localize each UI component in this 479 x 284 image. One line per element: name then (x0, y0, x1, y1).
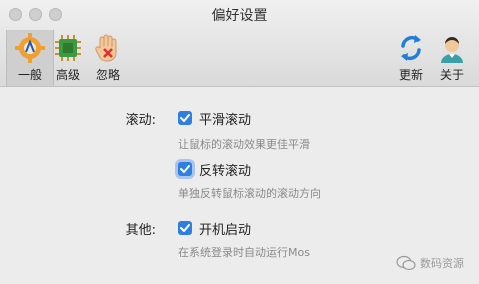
smooth-scroll-label[interactable]: 平滑滚动 (199, 109, 251, 128)
checkmark-icon (180, 114, 190, 122)
reverse-scroll-description: 单独反转鼠标滚动的滚动方向 (178, 187, 321, 200)
smooth-scroll-checkbox[interactable] (178, 111, 192, 125)
watermark-text: 数码资源 (420, 257, 464, 270)
tab-ignore[interactable]: 忽略 (84, 30, 132, 86)
smooth-scroll-description: 让鼠标的滚动效果更佳平滑 (178, 138, 310, 151)
refresh-icon (395, 32, 427, 64)
launch-at-login-checkbox[interactable] (178, 221, 192, 235)
gear-icon (14, 32, 46, 64)
reverse-scroll-label[interactable]: 反转滚动 (199, 160, 251, 179)
other-section-label: 其他: (125, 223, 156, 238)
chip-icon (52, 32, 84, 64)
hand-icon (92, 32, 124, 64)
wechat-icon (396, 255, 416, 271)
window-title: 偏好设置 (211, 8, 268, 24)
update-button-label: 更新 (398, 68, 423, 82)
about-button[interactable]: 关于 (428, 30, 476, 86)
checkmark-icon (180, 165, 190, 173)
checkmark-icon (180, 224, 190, 232)
watermark: 数码资源 (396, 255, 464, 271)
scroll-section-label: 滚动: (125, 113, 156, 128)
person-icon (436, 32, 468, 64)
preferences-window: 偏好设置 一般 高级 忽略 更新 关于 滚动: 平滑滚动 让鼠标的滚动效果更佳平… (0, 0, 479, 284)
launch-at-login-label[interactable]: 开机启动 (199, 219, 251, 238)
launch-at-login-description: 在系统登录时自动运行Mos (178, 246, 310, 259)
tab-general-label: 一般 (17, 68, 42, 82)
toolbar: 偏好设置 一般 高级 忽略 更新 关于 (0, 0, 479, 87)
about-button-label: 关于 (439, 68, 464, 82)
tab-ignore-label: 忽略 (95, 68, 120, 82)
tab-advanced-label: 高级 (55, 68, 80, 82)
reverse-scroll-checkbox[interactable] (178, 162, 192, 176)
